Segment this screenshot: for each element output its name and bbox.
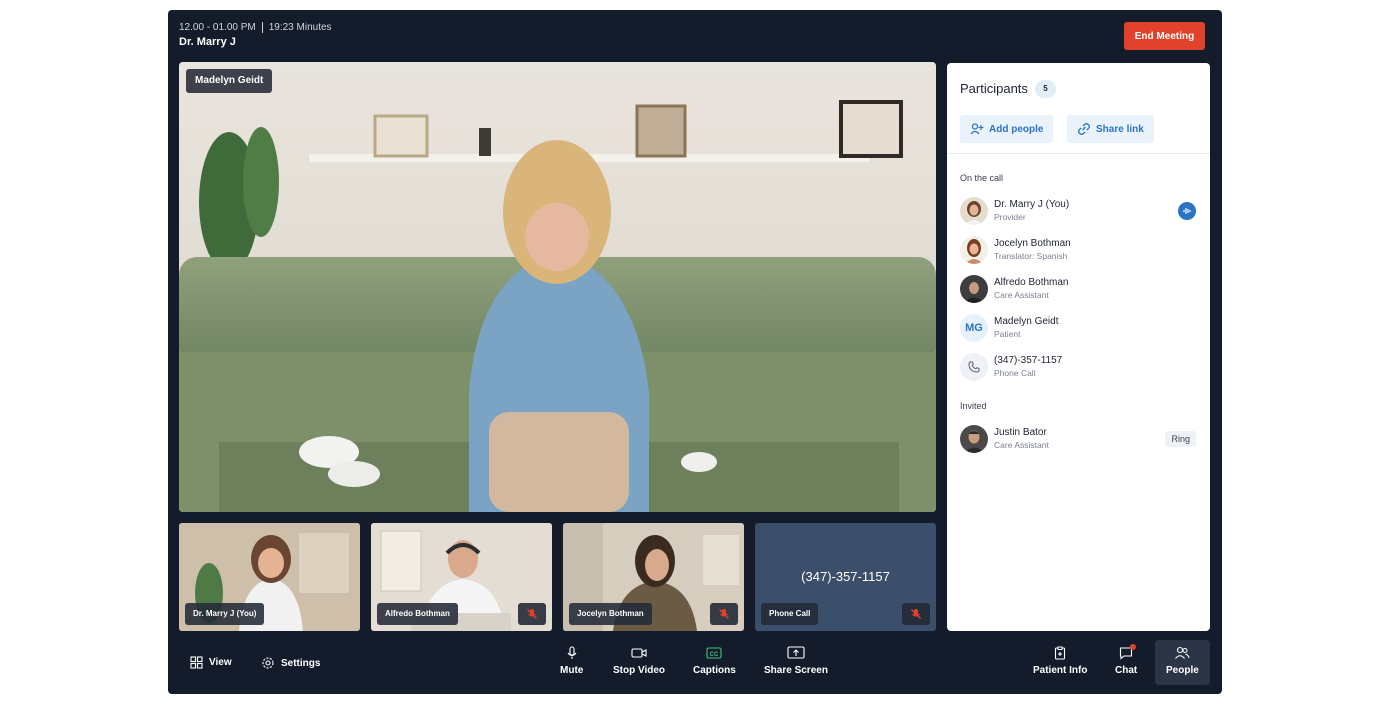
participant-row[interactable]: Dr. Marry J (You) Provider [960, 195, 1198, 227]
end-meeting-button[interactable]: End Meeting [1124, 22, 1205, 50]
invited-row[interactable]: Justin Bator Care Assistant Ring [960, 423, 1198, 455]
meeting-time: 12.00 - 01.00 PM 19:23 Minutes [179, 22, 332, 33]
captions-button[interactable]: CC Captions [693, 646, 736, 676]
add-person-icon [970, 123, 984, 135]
participants-panel: Participants 5 Add people Share link On … [947, 63, 1210, 631]
mic-off-icon [518, 603, 546, 625]
people-button[interactable]: People [1166, 646, 1199, 676]
phone-number: (347)-357-1157 [801, 569, 890, 584]
people-icon [1175, 646, 1190, 659]
participant-role: Provider [994, 212, 1026, 222]
thumb-name-chip: Dr. Marry J (You) [185, 603, 265, 625]
settings-button[interactable]: Settings [261, 656, 320, 670]
participants-title: Participants [960, 81, 1028, 96]
share-link-label: Share link [1096, 123, 1144, 135]
chat-label: Chat [1115, 665, 1138, 676]
participants-count-badge: 5 [1035, 80, 1056, 98]
main-video-name-chip: Madelyn Geidt [186, 69, 273, 93]
view-button[interactable]: View [190, 656, 232, 669]
on-call-section-label: On the call [960, 173, 1004, 183]
invited-section-label: Invited [960, 401, 987, 411]
settings-label: Settings [281, 657, 321, 669]
captions-label: Captions [693, 665, 736, 676]
stop-video-label: Stop Video [613, 665, 666, 676]
view-label: View [209, 657, 232, 668]
video-tile-jocelyn[interactable]: Jocelyn Bothman [563, 523, 744, 631]
avatar [960, 275, 988, 303]
thumb-name-chip: Phone Call [761, 603, 819, 625]
ring-button[interactable]: Ring [1165, 431, 1196, 447]
participant-name: Justin Bator [994, 427, 1047, 438]
participant-name: Dr. Marry J (You) [994, 199, 1070, 210]
chat-unread-dot [1130, 644, 1137, 650]
gear-icon [262, 657, 274, 669]
participant-role: Patient [994, 329, 1021, 339]
participant-name: Jocelyn Bothman [994, 238, 1071, 249]
avatar [960, 236, 988, 264]
mic-off-icon [902, 603, 930, 625]
grid-icon [190, 656, 203, 669]
video-camera-icon [631, 648, 647, 658]
patient-info-button[interactable]: Patient Info [1033, 646, 1087, 676]
svg-text:CC: CC [710, 652, 719, 658]
add-people-label: Add people [989, 123, 1044, 135]
participant-role: Care Assistant [994, 440, 1049, 450]
stop-video-button[interactable]: Stop Video [613, 646, 665, 676]
chat-button[interactable]: Chat [1115, 644, 1138, 676]
participant-role: Phone Call [994, 368, 1036, 378]
speaking-indicator-icon [1178, 202, 1196, 220]
panel-divider [947, 153, 1210, 154]
share-screen-label: Share Screen [764, 665, 828, 676]
meeting-window: 12.00 - 01.00 PM 19:23 Minutes Dr. Marry… [168, 10, 1222, 694]
clipboard-icon [1055, 646, 1066, 660]
main-video-feed[interactable]: Madelyn Geidt [179, 62, 936, 512]
living-room-scene [179, 62, 936, 512]
link-icon [1078, 123, 1090, 135]
mute-button[interactable]: Mute [560, 646, 583, 676]
add-people-button[interactable]: Add people [960, 115, 1054, 143]
share-screen-icon [787, 646, 805, 659]
video-tile-dr-marry[interactable]: Dr. Marry J (You) [179, 523, 360, 631]
participant-name: Alfredo Bothman [994, 277, 1069, 288]
participant-row[interactable]: (347)-357-1157 Phone Call [960, 351, 1198, 383]
participant-name: (347)-357-1157 [994, 355, 1063, 366]
time-range: 12.00 - 01.00 PM [179, 22, 256, 33]
captions-icon: CC [706, 647, 722, 659]
video-tile-alfredo[interactable]: Alfredo Bothman [371, 523, 552, 631]
mic-off-icon [710, 603, 738, 625]
chat-icon [1119, 644, 1137, 660]
avatar-initials: MG [960, 314, 988, 342]
people-label: People [1166, 665, 1199, 676]
thumb-name-chip: Alfredo Bothman [377, 603, 458, 625]
phone-icon [960, 353, 988, 381]
thumb-name-chip: Jocelyn Bothman [569, 603, 652, 625]
participant-role: Translator: Spanish [994, 251, 1068, 261]
avatar [960, 197, 988, 225]
meeting-duration: 19:23 Minutes [268, 22, 332, 33]
time-separator [261, 22, 263, 33]
participant-row[interactable]: Jocelyn Bothman Translator: Spanish [960, 234, 1198, 266]
host-name: Dr. Marry J [179, 36, 236, 48]
video-tile-phone-call[interactable]: (347)-357-1157 Phone Call [755, 523, 936, 631]
avatar [960, 425, 988, 453]
participant-role: Care Assistant [994, 290, 1049, 300]
share-link-button[interactable]: Share link [1067, 115, 1154, 143]
participant-row[interactable]: MG Madelyn Geidt Patient [960, 312, 1198, 344]
patient-info-label: Patient Info [1033, 665, 1088, 676]
mute-label: Mute [560, 665, 584, 676]
share-screen-button[interactable]: Share Screen [764, 646, 828, 676]
microphone-icon [567, 646, 577, 659]
participant-name: Madelyn Geidt [994, 316, 1059, 327]
participant-row[interactable]: Alfredo Bothman Care Assistant [960, 273, 1198, 305]
